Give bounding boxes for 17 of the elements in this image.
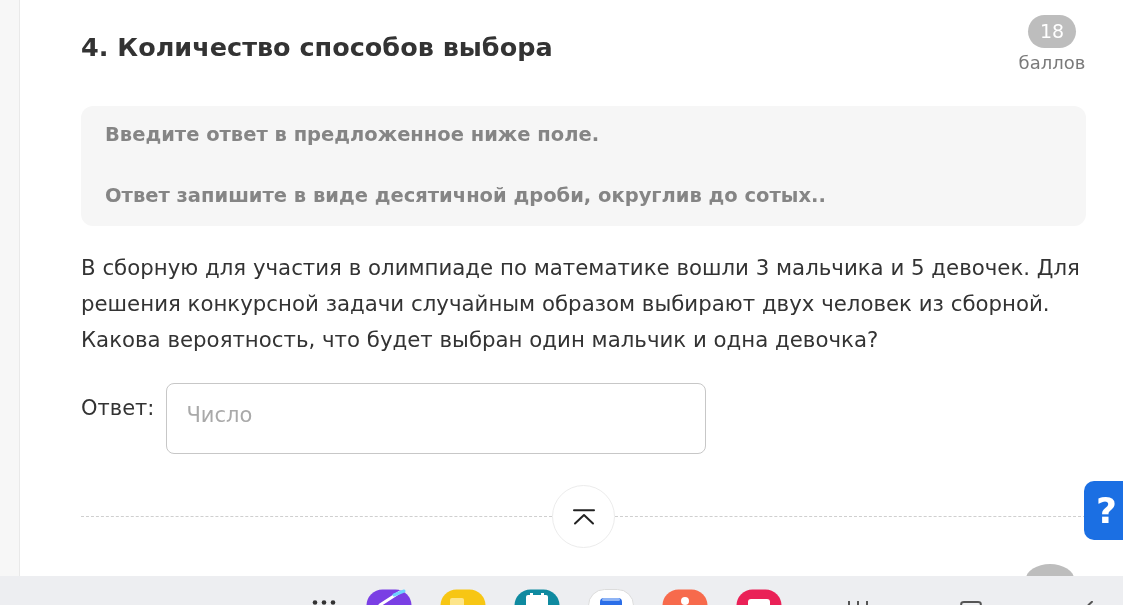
app-icon[interactable] bbox=[588, 589, 634, 605]
points-unit: баллов bbox=[1018, 51, 1086, 75]
bar-chevron-up-icon bbox=[572, 508, 595, 525]
app-icon[interactable] bbox=[662, 589, 708, 605]
help-button[interactable]: ? bbox=[1084, 481, 1123, 540]
task-title: 4. Количество способов выбора bbox=[81, 32, 553, 62]
app-icon[interactable] bbox=[366, 589, 412, 605]
instruction-text: Введите ответ в предложенное ниже поле. bbox=[105, 122, 601, 148]
app-icon[interactable] bbox=[736, 589, 782, 605]
answer-input[interactable]: Число bbox=[166, 383, 707, 454]
home-icon[interactable] bbox=[960, 601, 982, 605]
app-icon[interactable] bbox=[514, 589, 560, 605]
instruction-text: Ответ запишите в виде десятичной дроби, округлив до сотых.. bbox=[105, 183, 827, 209]
app-grid-icon[interactable] bbox=[312, 600, 336, 605]
question-text: В сборную для участия в олимпиаде по математике вошли 3 мальчика и 5 девочек. Для решения конкурсной задачи случайным образом выбирают двух человек из сборной. Какова вероятность, что будет выбран один мальчик и одна девочка? bbox=[81, 254, 1081, 354]
answer-label: Ответ: bbox=[81, 395, 155, 422]
points-badge: 18 bbox=[1027, 15, 1077, 48]
